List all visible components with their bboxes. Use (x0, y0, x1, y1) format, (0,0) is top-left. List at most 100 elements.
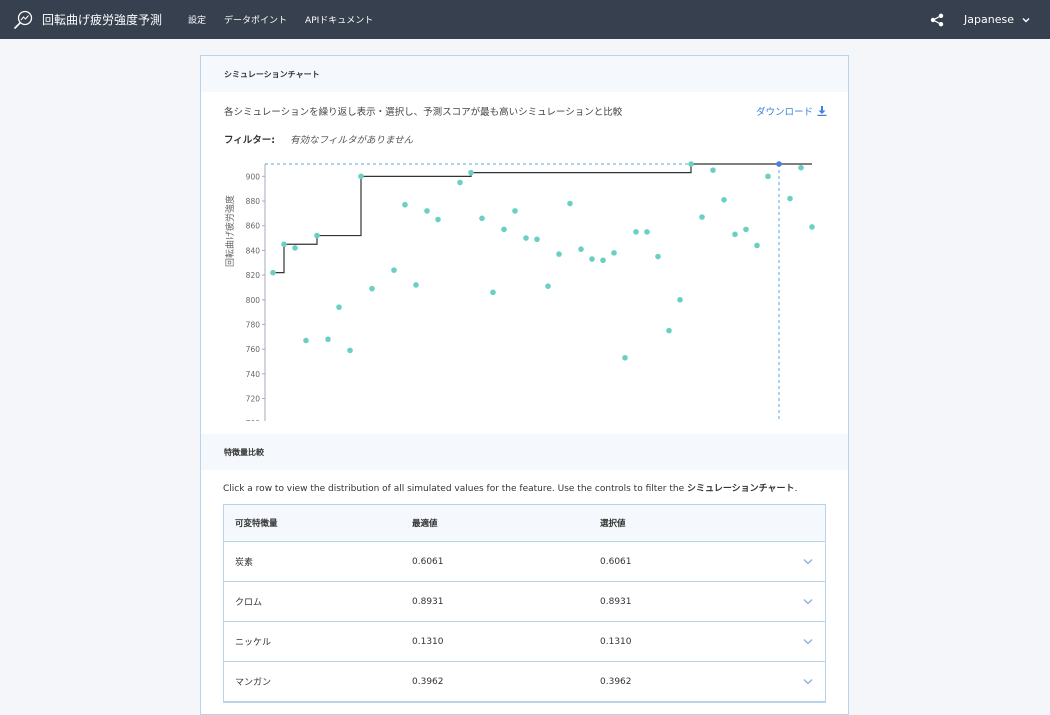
cell-feature: 炭素 (235, 558, 254, 568)
data-point[interactable] (468, 169, 474, 176)
simulation-chart[interactable]: 7007207407607808008208408608809000510152… (201, 151, 850, 473)
simulation-chart-svg[interactable]: 7007207407607808008208408608809000510152… (201, 151, 850, 473)
download-button[interactable]: ダウンロード (756, 104, 827, 118)
feature-description-link[interactable]: シミュレーションチャート (687, 484, 795, 494)
data-point[interactable] (501, 226, 507, 233)
col-selected[interactable]: 選択値 (600, 517, 790, 529)
share-icon[interactable] (930, 13, 944, 27)
data-point[interactable] (402, 201, 408, 208)
data-point[interactable] (765, 173, 771, 180)
cell-optimal: 0.8931 (412, 596, 444, 607)
table-row[interactable]: 炭素 0.6061 0.6061 (224, 542, 825, 582)
table-row[interactable]: ニッケル 0.1310 0.1310 (224, 622, 825, 662)
data-point[interactable] (556, 251, 562, 257)
expand-chevron-icon[interactable] (790, 678, 825, 685)
y-tick-label: 880 (246, 197, 261, 206)
data-point[interactable] (336, 304, 342, 310)
best-score-step-line (273, 163, 812, 274)
data-point[interactable] (369, 285, 375, 292)
brand[interactable]: 回転曲げ疲労強度予測 (12, 9, 182, 31)
feature-section-heading: 特徴量比較 (201, 434, 848, 470)
filter-row: フィルター: 有効なフィルタがありません (224, 132, 413, 146)
data-point[interactable] (358, 173, 364, 180)
language-selector[interactable]: Japanese (964, 13, 1014, 26)
data-point[interactable] (424, 208, 430, 214)
data-point[interactable] (490, 289, 496, 296)
data-point[interactable] (809, 224, 815, 230)
cell-feature: マンガン (235, 678, 272, 688)
cell-feature: クロム (235, 598, 263, 608)
chart-section-heading: シミュレーションチャート (201, 56, 848, 92)
data-point[interactable] (567, 200, 573, 207)
data-point[interactable] (523, 235, 529, 241)
data-point[interactable] (457, 179, 463, 186)
expand-chevron-icon[interactable] (790, 598, 825, 605)
main-nav: 設定 データポイント APIドキュメント (188, 13, 391, 26)
data-point[interactable] (512, 208, 518, 214)
filter-label: フィルター: (224, 135, 276, 146)
data-point[interactable] (787, 195, 793, 202)
data-point[interactable] (270, 269, 276, 276)
data-point[interactable] (611, 250, 617, 256)
data-point[interactable] (347, 347, 353, 354)
data-point[interactable] (666, 327, 672, 334)
selected-point[interactable] (776, 161, 782, 167)
download-label: ダウンロード (755, 107, 813, 118)
feature-section: 特徴量比較 (201, 434, 848, 470)
data-point[interactable] (314, 232, 320, 239)
cell-selected: 0.3962 (600, 676, 632, 687)
col-feature[interactable]: 可変特徴量 (224, 517, 412, 529)
data-point[interactable] (600, 257, 606, 264)
top-bar: 回転曲げ疲労強度予測 設定 データポイント APIドキュメント Japanese (0, 0, 1050, 39)
y-tick-label: 700 (246, 419, 261, 421)
data-point[interactable] (534, 236, 540, 243)
data-point[interactable] (798, 164, 804, 171)
nav-settings[interactable]: 設定 (188, 13, 206, 26)
data-point[interactable] (743, 226, 749, 233)
data-point[interactable] (710, 167, 716, 173)
feature-description-text: Click a row to view the distribution of … (223, 484, 687, 494)
data-point[interactable] (754, 242, 760, 249)
data-point[interactable] (578, 246, 584, 252)
data-point[interactable] (292, 245, 298, 251)
nav-api-docs[interactable]: APIドキュメント (305, 13, 373, 26)
y-tick-label: 840 (246, 246, 261, 255)
data-point[interactable] (391, 267, 397, 273)
data-point[interactable] (633, 229, 639, 235)
data-point[interactable] (413, 282, 419, 288)
chart-description: 各シミュレーションを繰り返し表示・選択し、予測スコアが最も高いシミュレーションと… (224, 107, 623, 118)
data-point[interactable] (281, 241, 287, 248)
filter-value: 有効なフィルタがありません (290, 135, 414, 146)
col-optimal[interactable]: 最適値 (412, 517, 600, 529)
data-point[interactable] (479, 215, 485, 222)
data-point[interactable] (732, 231, 738, 238)
y-tick-label: 740 (246, 370, 261, 379)
data-point[interactable] (622, 354, 628, 361)
table-row[interactable]: クロム 0.8931 0.8931 (224, 582, 825, 622)
data-point[interactable] (688, 161, 694, 167)
cell-optimal: 0.6061 (412, 556, 444, 567)
data-point[interactable] (303, 337, 309, 344)
cell-optimal: 0.1310 (412, 636, 444, 647)
cell-feature: ニッケル (235, 638, 272, 648)
chevron-down-icon[interactable] (1022, 16, 1030, 24)
data-point[interactable] (677, 296, 683, 303)
feature-table: 可変特徴量 最適値 選択値 炭素 0.6061 0.6061 クロム 0.893… (223, 504, 826, 703)
data-point[interactable] (721, 196, 727, 203)
data-point[interactable] (699, 214, 705, 220)
data-point[interactable] (435, 216, 441, 223)
expand-chevron-icon[interactable] (790, 638, 825, 645)
data-point[interactable] (545, 283, 551, 289)
table-row[interactable]: マンガン 0.3962 0.3962 (224, 662, 825, 702)
cell-optimal: 0.3962 (412, 676, 444, 687)
data-point[interactable] (589, 256, 595, 262)
y-tick-label: 760 (246, 345, 261, 354)
cell-selected: 0.6061 (600, 556, 632, 567)
y-tick-label: 720 (246, 395, 261, 404)
data-point[interactable] (644, 229, 650, 235)
expand-chevron-icon[interactable] (790, 558, 825, 565)
data-point[interactable] (655, 253, 661, 260)
y-tick-label: 860 (246, 222, 261, 231)
data-point[interactable] (325, 336, 331, 343)
nav-datapoints[interactable]: データポイント (224, 13, 287, 26)
